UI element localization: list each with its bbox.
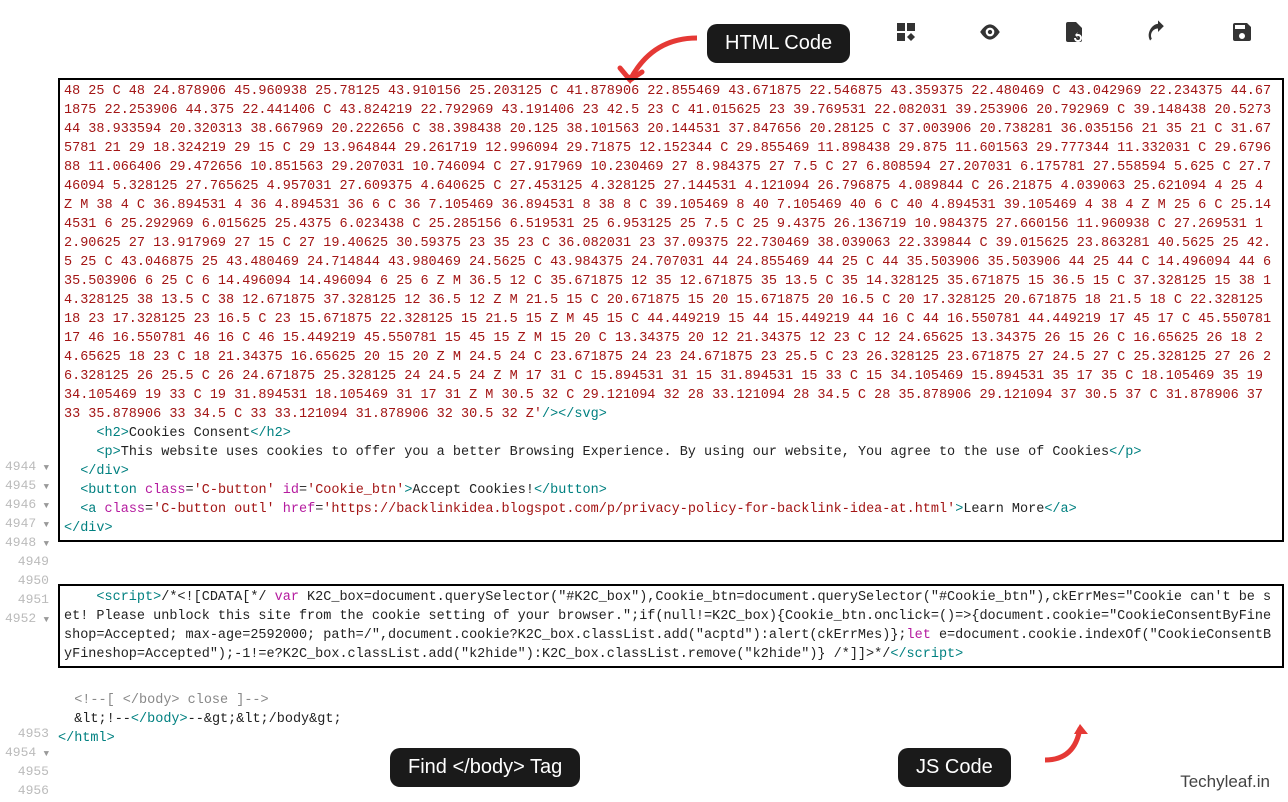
code-line-4948: <a class='C-button outl' href='https://b… xyxy=(64,500,1278,519)
code-line-4953 xyxy=(58,672,1284,691)
code-line-4944: <h2>Cookies Consent</h2> xyxy=(64,424,1278,443)
line-gutter-2: 4953 4954 ▼ 4955 4956 xyxy=(0,726,55,802)
code-line-4954: <!--[ </body> close ]--> xyxy=(58,691,1284,710)
js-code-label: JS Code xyxy=(898,748,1011,787)
code-line-4949: </div> xyxy=(64,519,1278,538)
js-code-block: <script>/*<![CDATA[*/ var K2C_box=docume… xyxy=(58,584,1284,668)
code-line-4955: &lt;!--</body>--&gt;&lt;/body&gt; xyxy=(58,710,1284,729)
restore-icon[interactable] xyxy=(1060,18,1088,46)
line-gutter: 4944 ▼ 4945 ▼ 4946 ▼ 4947 ▼ 4948 ▼ 4949 … xyxy=(0,459,55,630)
code-line-4956: </html> xyxy=(58,729,1284,748)
html-code-block: 48 25 C 48 24.878906 45.960938 25.78125 … xyxy=(58,78,1284,542)
editor-toolbar xyxy=(892,18,1256,46)
html-code-label: HTML Code xyxy=(707,24,850,63)
code-line-4951 xyxy=(58,565,1284,584)
code-line-4946: </div> xyxy=(64,462,1278,481)
find-body-label: Find </body> Tag xyxy=(390,748,580,787)
code-line-4952: <script>/*<![CDATA[*/ var K2C_box=docume… xyxy=(64,588,1278,664)
code-line-4945: <p>This website uses cookies to offer yo… xyxy=(64,443,1278,462)
grid-icon[interactable] xyxy=(892,18,920,46)
undo-icon[interactable] xyxy=(1144,18,1172,46)
code-line-4947: <button class='C-button' id='Cookie_btn'… xyxy=(64,481,1278,500)
save-icon[interactable] xyxy=(1228,18,1256,46)
watermark: Techyleaf.in xyxy=(1180,772,1270,792)
svg-path-data: 48 25 C 48 24.878906 45.960938 25.78125 … xyxy=(64,84,1279,422)
visibility-icon[interactable] xyxy=(976,18,1004,46)
code-line-4950 xyxy=(58,546,1284,565)
code-editor[interactable]: 48 25 C 48 24.878906 45.960938 25.78125 … xyxy=(58,78,1284,748)
